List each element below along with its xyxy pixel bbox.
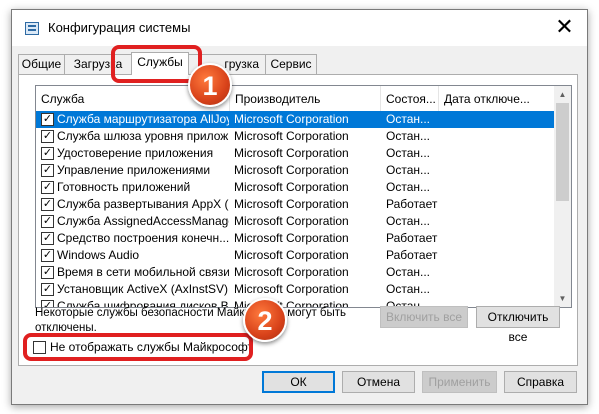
- service-checkbox[interactable]: ✓: [41, 147, 54, 160]
- service-checkbox[interactable]: ✓: [41, 113, 54, 126]
- service-checkbox[interactable]: ✓: [41, 283, 54, 296]
- ok-button[interactable]: ОК: [262, 371, 335, 393]
- column-header-disabled-date[interactable]: Дата отключе...: [439, 86, 556, 111]
- service-vendor: Microsoft Corporation: [234, 180, 349, 194]
- column-header-status[interactable]: Состоя...: [381, 86, 439, 111]
- tab-services[interactable]: Службы: [131, 52, 189, 75]
- service-vendor: Microsoft Corporation: [234, 112, 349, 126]
- service-status: Остан...: [386, 129, 430, 143]
- service-vendor: Microsoft Corporation: [234, 265, 349, 279]
- step-1-badge: 1: [188, 63, 232, 107]
- service-name: Служба развертывания AppX (...: [57, 197, 229, 211]
- service-name: Готовность приложений: [57, 180, 191, 194]
- service-checkbox[interactable]: ✓: [41, 198, 54, 211]
- service-checkbox[interactable]: ✓: [41, 266, 54, 279]
- security-note: Некоторые службы безопасности Майкрософт…: [35, 307, 347, 334]
- service-checkbox[interactable]: ✓: [41, 215, 54, 228]
- service-vendor: Microsoft Corporation: [234, 282, 349, 296]
- enable-all-button[interactable]: Включить все: [380, 306, 468, 328]
- disable-all-button[interactable]: Отключить все: [476, 306, 560, 344]
- scroll-thumb[interactable]: [556, 103, 569, 201]
- cancel-button[interactable]: Отмена: [342, 371, 415, 393]
- service-checkbox[interactable]: ✓: [41, 232, 54, 245]
- service-vendor: Microsoft Corporation: [234, 146, 349, 160]
- service-name: Windows Audio: [57, 248, 140, 262]
- tab-strip: Общие Загрузка Службы грузка Сервис: [18, 52, 578, 75]
- table-row[interactable]: ✓ Служба шлюза уровня прилож... Microsoft …: [36, 128, 556, 145]
- msconfig-icon: [25, 22, 39, 35]
- list-header: Служба Производитель Состоя... Дата откл…: [36, 86, 556, 112]
- title-bar[interactable]: Конфигурация системы ✕: [12, 10, 587, 46]
- table-row[interactable]: ✓ Удостоверение приложения Microsoft Corpo…: [36, 145, 556, 162]
- service-checkbox[interactable]: ✓: [41, 181, 54, 194]
- service-vendor: Microsoft Corporation: [234, 163, 349, 177]
- service-status: Остан...: [386, 180, 430, 194]
- service-status: Работает: [386, 231, 438, 245]
- tab-startup-label: грузка: [224, 57, 259, 71]
- service-name: Средство построения конечн...: [57, 231, 229, 245]
- table-row[interactable]: ✓ Время в сети мобильной связи Microsoft C…: [36, 264, 556, 281]
- service-vendor: Microsoft Corporation: [234, 129, 349, 143]
- scroll-up-icon[interactable]: ▲: [554, 86, 571, 103]
- table-row[interactable]: ✓ Windows Audio Microsoft Corporation Работ…: [36, 247, 556, 264]
- service-checkbox[interactable]: ✓: [41, 130, 54, 143]
- service-status: Остан...: [386, 282, 430, 296]
- scroll-down-icon[interactable]: ▼: [554, 290, 571, 307]
- table-row[interactable]: ✓ Служба маршрутизатора AllJoyn Microsoft …: [36, 111, 556, 128]
- service-name: Удостоверение приложения: [57, 146, 214, 160]
- service-status: Остан...: [386, 214, 430, 228]
- table-row[interactable]: ✓ Управление приложениями Microsoft Corpor…: [36, 162, 556, 179]
- service-name: Установщик ActiveX (AxInstSV): [57, 282, 229, 296]
- service-vendor: Microsoft Corporation: [234, 214, 349, 228]
- step-2-badge: 2: [243, 298, 287, 342]
- highlight-hide-ms-checkbox: [23, 333, 253, 361]
- table-row[interactable]: ✓ Средство построения конечн... Microsoft …: [36, 230, 556, 247]
- window-title: Конфигурация системы: [48, 20, 191, 35]
- table-row[interactable]: ✓ Служба развертывания AppX (... Microsoft…: [36, 196, 556, 213]
- service-status: Остан...: [386, 112, 430, 126]
- help-button[interactable]: Справка: [504, 371, 577, 393]
- apply-button[interactable]: Применить: [422, 371, 497, 393]
- table-row[interactable]: ✓ Установщик ActiveX (AxInstSV) Microsoft …: [36, 281, 556, 298]
- services-list[interactable]: Служба Производитель Состоя... Дата откл…: [35, 85, 572, 308]
- service-vendor: Microsoft Corporation: [234, 197, 349, 211]
- service-vendor: Microsoft Corporation: [234, 248, 349, 262]
- table-row[interactable]: ✓ Готовность приложений Microsoft Corporat…: [36, 179, 556, 196]
- service-checkbox[interactable]: ✓: [41, 164, 54, 177]
- tab-general[interactable]: Общие: [18, 54, 65, 74]
- service-name: Управление приложениями: [57, 163, 211, 177]
- service-name: Служба шлюза уровня прилож...: [57, 129, 229, 143]
- table-row[interactable]: ✓ Служба AssignedAccessManager Microsoft C…: [36, 213, 556, 230]
- service-name: Служба AssignedAccessManager: [57, 214, 229, 228]
- service-vendor: Microsoft Corporation: [234, 231, 349, 245]
- close-icon[interactable]: ✕: [542, 10, 587, 46]
- service-status: Работает: [386, 248, 438, 262]
- service-status: Остан...: [386, 265, 430, 279]
- service-status: Работает: [386, 197, 438, 211]
- service-checkbox[interactable]: ✓: [41, 249, 54, 262]
- vertical-scrollbar[interactable]: ▲ ▼: [554, 86, 571, 307]
- service-status: Остан...: [386, 146, 430, 160]
- service-name: Время в сети мобильной связи: [57, 265, 229, 279]
- tab-tools[interactable]: Сервис: [265, 54, 317, 74]
- service-name: Служба маршрутизатора AllJoyn: [57, 112, 229, 126]
- service-status: Остан...: [386, 163, 430, 177]
- column-header-vendor[interactable]: Производитель: [230, 86, 381, 111]
